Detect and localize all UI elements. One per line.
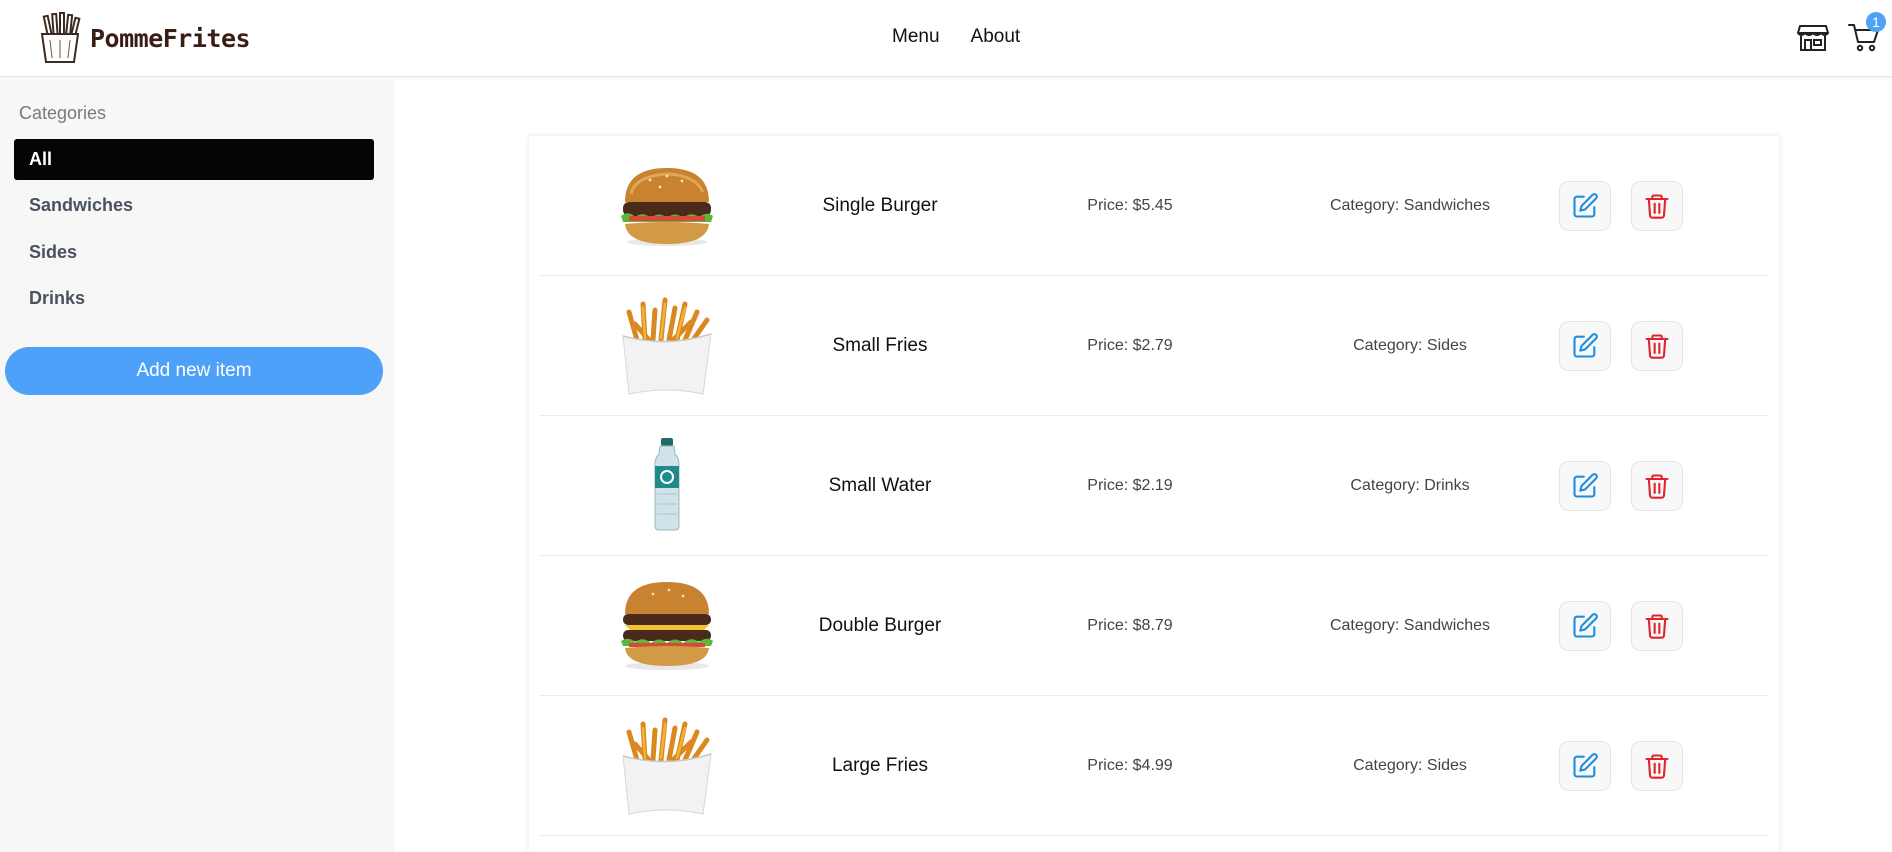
delete-button[interactable]	[1631, 741, 1683, 791]
top-navbar: PommeFrites Menu About 1	[0, 0, 1892, 77]
edit-button[interactable]	[1559, 461, 1611, 511]
menu-item-row: Small Fries Price: $2.79 Category: Sides	[540, 276, 1768, 416]
categories-heading: Categories	[19, 103, 107, 123]
nav-about-link[interactable]: About	[971, 26, 1021, 48]
category-sidebar: Categories All Sandwiches Sides Drinks A…	[0, 80, 394, 852]
trash-icon	[1643, 332, 1671, 360]
category-sandwiches[interactable]: Sandwiches	[14, 185, 374, 226]
edit-button[interactable]	[1559, 741, 1611, 791]
cart-count-badge: 1	[1866, 12, 1886, 32]
category-sides[interactable]: Sides	[14, 232, 374, 273]
delete-button[interactable]	[1631, 321, 1683, 371]
trash-icon	[1643, 612, 1671, 640]
edit-icon	[1571, 472, 1599, 500]
edit-button[interactable]	[1559, 601, 1611, 651]
edit-button[interactable]	[1559, 321, 1611, 371]
large-fries-image	[615, 714, 719, 818]
trash-icon	[1643, 472, 1671, 500]
menu-item-list: Single Burger Price: $5.45 Category: San…	[529, 136, 1779, 852]
item-price: Price: $8.79	[1087, 617, 1173, 634]
category-drinks[interactable]: Drinks	[14, 278, 374, 319]
delete-button[interactable]	[1631, 461, 1683, 511]
item-price: Price: $2.19	[1087, 477, 1173, 494]
item-category: Category: Sandwiches	[1329, 617, 1491, 634]
small-fries-image	[615, 294, 719, 398]
item-name: Small Water	[828, 475, 932, 496]
menu-item-row: Double Burger Price: $8.79 Category: San…	[540, 556, 1768, 696]
store-icon	[1797, 25, 1829, 51]
edit-icon	[1571, 332, 1599, 360]
edit-icon	[1571, 752, 1599, 780]
trash-icon	[1643, 752, 1671, 780]
item-price: Price: $5.45	[1087, 197, 1173, 214]
item-name: Double Burger	[818, 615, 942, 636]
item-name: Small Fries	[832, 335, 928, 356]
fries-bag-logo	[40, 12, 81, 63]
menu-item-row: Single Burger Price: $5.45 Category: San…	[540, 136, 1768, 276]
delete-button[interactable]	[1631, 181, 1683, 231]
brand-name: PommeFrites	[90, 23, 251, 53]
main-nav: Menu About	[892, 26, 1020, 48]
edit-icon	[1571, 192, 1599, 220]
menu-item-row: Small Water Price: $2.19 Category: Drink…	[540, 416, 1768, 556]
category-all[interactable]: All	[14, 139, 374, 180]
edit-button[interactable]	[1559, 181, 1611, 231]
item-category: Category: Drinks	[1350, 477, 1470, 494]
small-water-image	[615, 434, 719, 538]
item-category: Category: Sides	[1353, 337, 1467, 354]
add-new-item-button[interactable]: Add new item	[5, 347, 383, 395]
item-category: Category: Sandwiches	[1329, 197, 1491, 214]
item-name: Large Fries	[831, 755, 929, 776]
store-button[interactable]	[1797, 22, 1829, 52]
delete-button[interactable]	[1631, 601, 1683, 651]
item-name: Single Burger	[822, 195, 938, 216]
brand[interactable]: PommeFrites	[36, 12, 251, 64]
menu-item-row: Large Fries Price: $4.99 Category: Sides	[540, 696, 1768, 836]
edit-icon	[1571, 612, 1599, 640]
nav-menu-link[interactable]: Menu	[892, 26, 940, 48]
item-category: Category: Sides	[1353, 757, 1467, 774]
item-price: Price: $2.79	[1087, 337, 1173, 354]
double-burger-image	[615, 574, 719, 678]
item-price: Price: $4.99	[1087, 757, 1173, 774]
single-burger-image	[615, 154, 719, 258]
trash-icon	[1643, 192, 1671, 220]
